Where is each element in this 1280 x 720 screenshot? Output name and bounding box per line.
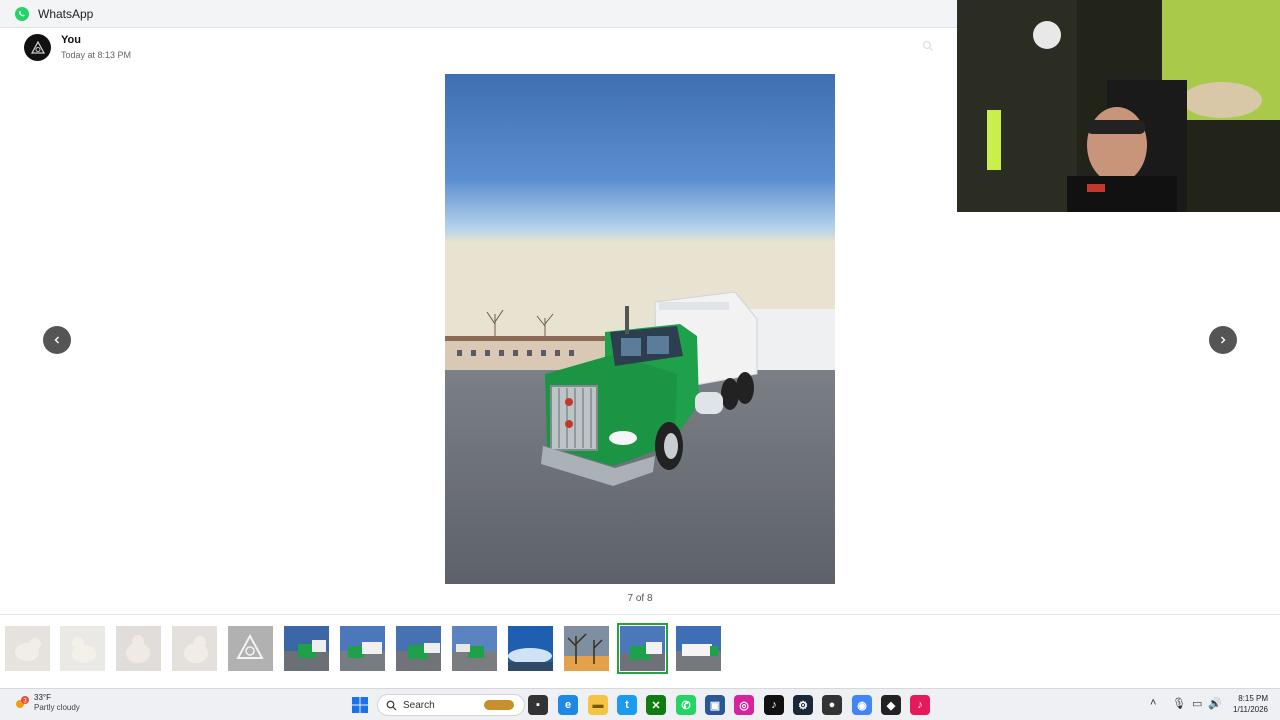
app-icon[interactable]: ◆ bbox=[881, 695, 901, 715]
xbox-icon[interactable]: ✕ bbox=[646, 695, 666, 715]
thumbnail-truck-3[interactable] bbox=[396, 626, 441, 671]
task-view-icon[interactable]: ▪ bbox=[528, 695, 548, 715]
thumbnail-truck-1[interactable] bbox=[284, 626, 329, 671]
tiktok-icon[interactable]: ♪ bbox=[764, 695, 784, 715]
steam-icon[interactable]: ⚙ bbox=[793, 695, 813, 715]
system-clock[interactable]: 8:15 PM 1/11/2026 bbox=[1222, 693, 1268, 715]
file-explorer-icon[interactable]: ▬ bbox=[588, 695, 608, 715]
instagram-icon[interactable]: ◎ bbox=[734, 695, 754, 715]
windows-taskbar: 3 33°F Partly cloudy Search ▪ e ▬ t ✕ ✆ … bbox=[0, 688, 1280, 720]
thumbnail-sunset-trees[interactable] bbox=[564, 626, 609, 671]
whatsapp-logo-icon bbox=[15, 6, 29, 21]
search-highlight-icon bbox=[484, 700, 514, 710]
search-label: Search bbox=[403, 699, 435, 711]
chevron-up-icon[interactable]: ˄ bbox=[1150, 697, 1156, 709]
thumbnail-white-truck[interactable] bbox=[676, 626, 721, 671]
clock-date: 1/11/2026 bbox=[1233, 705, 1268, 714]
volume-icon[interactable]: 🔊 bbox=[1208, 697, 1222, 710]
thumbnail-truck-selected[interactable] bbox=[617, 623, 668, 674]
microsoft-store-icon[interactable]: ▣ bbox=[705, 695, 725, 715]
twitter-icon[interactable]: t bbox=[617, 695, 637, 715]
microphone-icon[interactable]: 🎙 bbox=[1172, 697, 1186, 710]
thumbnail-dog-4[interactable] bbox=[172, 626, 217, 671]
message-timestamp: Today at 8:13 PM bbox=[61, 50, 132, 60]
weather-widget[interactable]: 3 33°F Partly cloudy bbox=[14, 693, 80, 713]
tiktok-live-icon[interactable]: ♪ bbox=[910, 695, 930, 715]
streamer-camera-feed bbox=[957, 0, 1280, 212]
message-sender: You Today at 8:13 PM bbox=[24, 34, 131, 61]
search-icon bbox=[386, 700, 397, 710]
next-image-button[interactable] bbox=[1209, 326, 1237, 354]
chevron-left-icon bbox=[54, 336, 59, 344]
taskbar-search[interactable]: Search bbox=[377, 694, 525, 716]
windows-start-icon[interactable] bbox=[351, 696, 369, 714]
truck-photo bbox=[445, 74, 835, 584]
thumbnail-dog-2[interactable] bbox=[60, 626, 105, 671]
webcam-overlay bbox=[957, 0, 1280, 212]
chevron-right-icon bbox=[1221, 336, 1226, 344]
avatar-logo-icon bbox=[30, 40, 45, 54]
chrome-icon[interactable]: ◉ bbox=[852, 695, 872, 715]
clock-time: 8:15 PM bbox=[1238, 694, 1268, 703]
thumbnail-logo[interactable] bbox=[228, 626, 273, 671]
avatar[interactable] bbox=[24, 34, 51, 61]
thumbnail-truck-4[interactable] bbox=[452, 626, 497, 671]
thumbnail-truck-2[interactable] bbox=[340, 626, 385, 671]
app-title: WhatsApp bbox=[38, 6, 94, 21]
media-viewer-image bbox=[445, 74, 835, 584]
weather-icon: 3 bbox=[16, 696, 29, 708]
thumbnail-dog-3[interactable] bbox=[116, 626, 161, 671]
sender-name: You bbox=[61, 34, 81, 46]
network-icon[interactable]: ▭ bbox=[1192, 697, 1202, 710]
search-icon[interactable] bbox=[922, 40, 934, 52]
whatsapp-taskbar-icon[interactable]: ✆ bbox=[676, 695, 696, 715]
weather-temperature: 33°F bbox=[34, 693, 51, 702]
thumbnail-dog-1[interactable] bbox=[5, 626, 50, 671]
thumbnail-strip bbox=[0, 614, 1280, 682]
weather-description: Partly cloudy bbox=[34, 703, 80, 712]
obs-icon[interactable]: ● bbox=[822, 695, 842, 715]
thumbnail-sky[interactable] bbox=[508, 626, 553, 671]
previous-image-button[interactable] bbox=[43, 326, 71, 354]
image-counter: 7 of 8 bbox=[627, 593, 653, 604]
edge-browser-icon[interactable]: e bbox=[558, 695, 578, 715]
